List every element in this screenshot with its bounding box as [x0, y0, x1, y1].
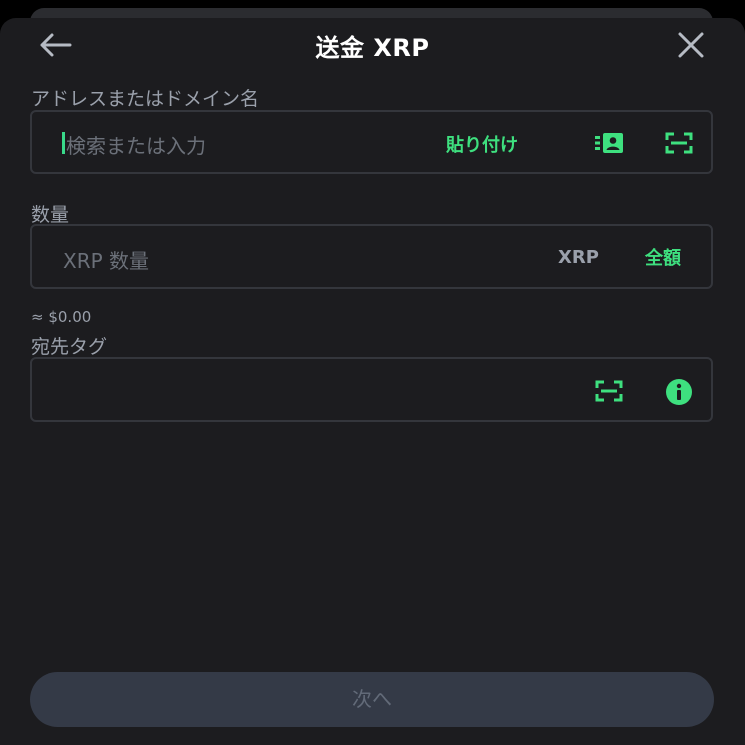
- next-button[interactable]: 次へ: [30, 672, 714, 727]
- qr-scan-icon[interactable]: [665, 132, 693, 158]
- amount-label: 数量: [31, 204, 70, 226]
- close-icon: [678, 32, 704, 58]
- address-label: アドレスまたはドメイン名: [31, 88, 260, 110]
- qr-scan-icon[interactable]: [595, 380, 623, 406]
- info-icon[interactable]: [665, 378, 693, 410]
- page-title: 送金 XRP: [315, 34, 430, 62]
- amount-placeholder: XRP 数量: [63, 249, 150, 273]
- amount-input[interactable]: XRP 数量 XRP 全額: [30, 224, 713, 289]
- destination-tag-label: 宛先タグ: [31, 336, 108, 358]
- contact-card-icon[interactable]: [594, 132, 624, 158]
- address-input[interactable]: 検索または入力 貼り付け: [30, 110, 713, 174]
- close-button[interactable]: [673, 30, 709, 60]
- header: 送金 XRP: [0, 18, 745, 74]
- currency-unit: XRP: [558, 247, 599, 268]
- paste-button[interactable]: 貼り付け: [446, 131, 518, 157]
- text-caret: [62, 132, 65, 154]
- fiat-value: ≈ $0.00: [31, 308, 92, 326]
- destination-tag-input[interactable]: [30, 357, 713, 422]
- max-amount-button[interactable]: 全額: [645, 244, 681, 270]
- send-sheet: 送金 XRP アドレスまたはドメイン名 検索または入力 貼り付け 数量 XRP …: [0, 18, 745, 745]
- address-placeholder: 検索または入力: [66, 134, 206, 158]
